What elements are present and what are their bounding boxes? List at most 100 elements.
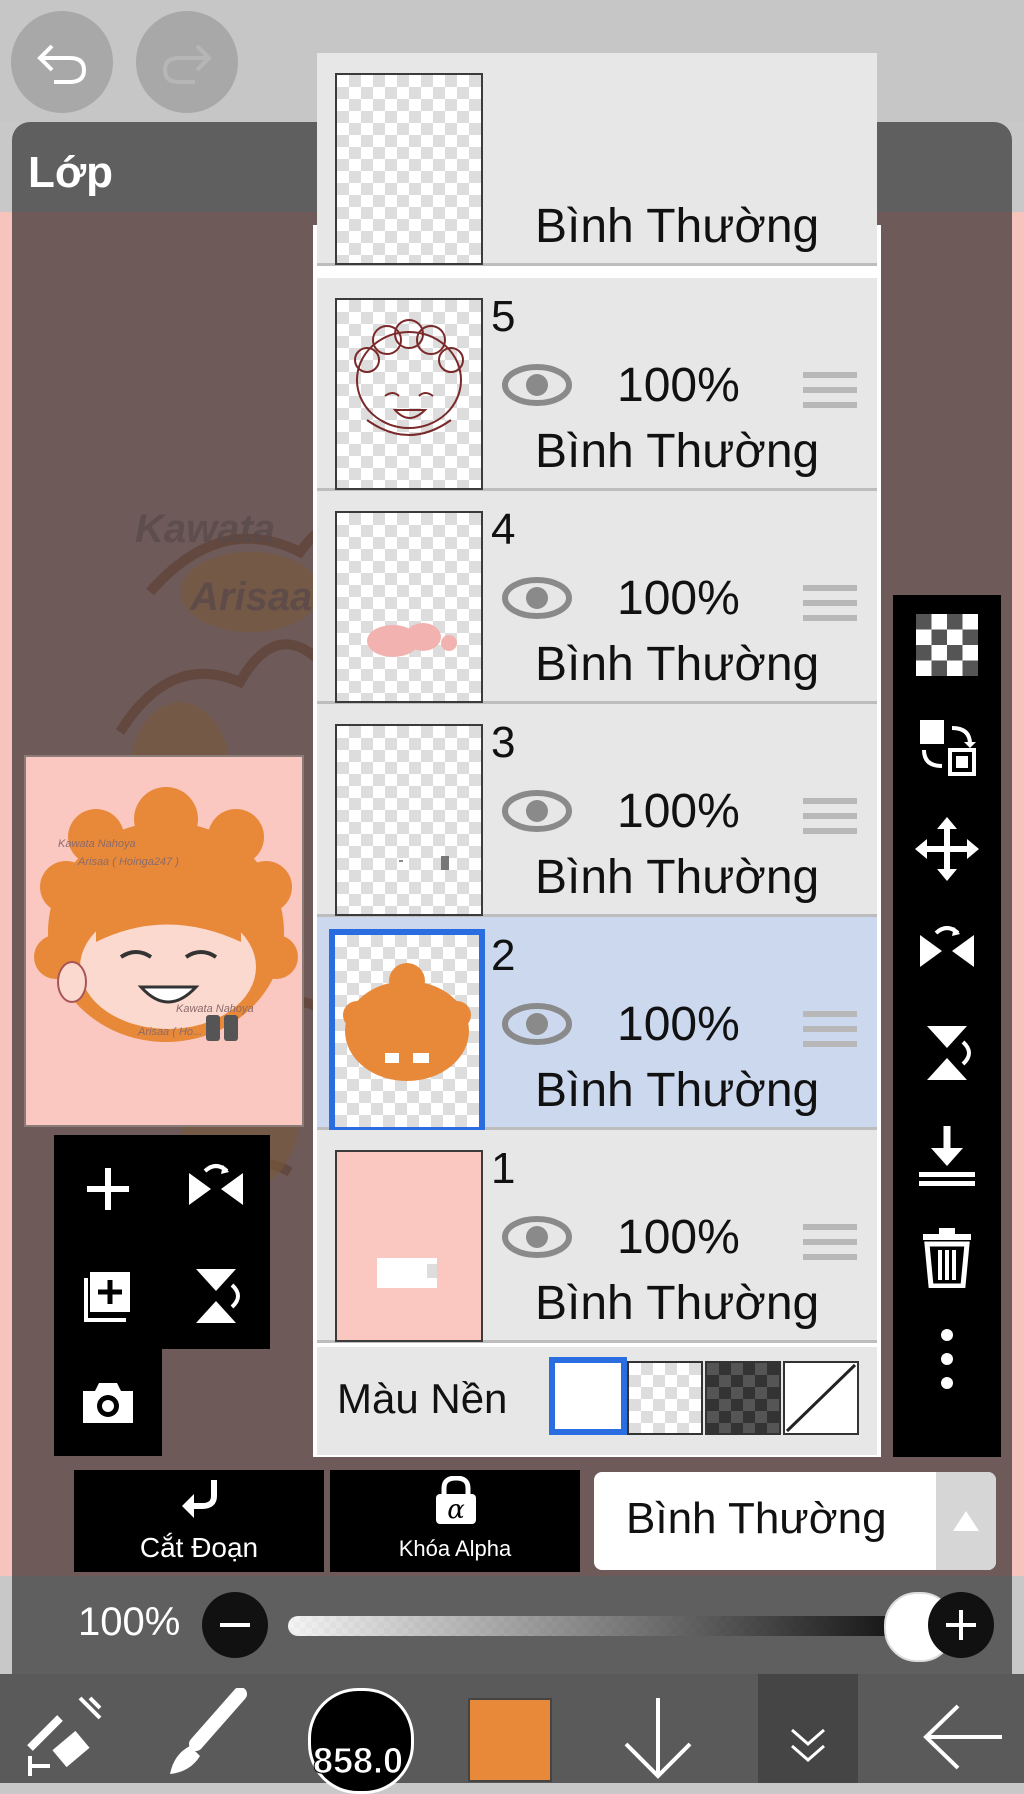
clip-arrow-icon <box>182 1480 217 1518</box>
merge-down-button[interactable] <box>893 1105 1001 1205</box>
plus-icon <box>87 1167 129 1210</box>
canvas-preview[interactable]: Kawata Nahoya Arisaa ( Hoinga247 ) Kawat… <box>24 755 304 1127</box>
double-chevron-down-icon <box>791 1728 825 1762</box>
layer-list: Bình Thường 5 100% Bình Thường 4 100% Bì… <box>313 53 881 1457</box>
layer-opacity: 100% <box>617 572 740 625</box>
background-color-row: Màu Nền <box>317 1347 877 1455</box>
layer-blend-mode: Bình Thường <box>535 638 820 691</box>
merge-down-icon <box>919 1126 975 1186</box>
layer-blend-mode: Bình Thường <box>535 1064 820 1117</box>
svg-text:Arisaa: Arisaa <box>189 575 312 619</box>
bg-white-swatch[interactable] <box>549 1357 627 1435</box>
layer-row-2-selected[interactable]: 2 100% Bình Thường <box>317 917 877 1133</box>
layer-row-1[interactable]: 1 100% Bình Thường <box>317 1130 877 1343</box>
triangle-up-icon <box>953 1511 979 1531</box>
layer-opacity: 100% <box>617 1211 740 1264</box>
layer-row-3[interactable]: 3 100% Bình Thường <box>317 704 877 917</box>
layer-blend-mode: Bình Thường <box>535 1277 820 1330</box>
blend-mode-dropdown-toggle[interactable] <box>936 1472 996 1570</box>
alpha-lock-button[interactable]: α Khóa Alpha <box>330 1470 580 1572</box>
layer-blend-mode: Bình Thường <box>535 851 820 904</box>
layer-thumbnail <box>335 511 483 703</box>
panel-title: Lớp <box>28 148 114 197</box>
camera-import-button[interactable] <box>54 1349 162 1456</box>
clipping-button[interactable]: Cắt Đoạn <box>74 1470 324 1572</box>
visibility-eye-icon[interactable] <box>501 788 573 834</box>
svg-text:Kawata: Kawata <box>135 507 275 551</box>
flip-horizontal-icon <box>189 1163 243 1205</box>
flip-layer-vertical-button[interactable] <box>162 1242 270 1349</box>
bg-none-swatch[interactable] <box>783 1361 859 1435</box>
arrow-down-icon <box>624 1698 692 1779</box>
preview-watermark-1: Kawata Nahoya <box>58 838 136 850</box>
layer-row-5[interactable]: 5 100% Bình Thường <box>317 278 877 491</box>
color-picker-swatch[interactable] <box>468 1698 552 1782</box>
layer-blend-mode: Bình Thường <box>535 200 820 253</box>
visibility-eye-icon[interactable] <box>501 575 573 621</box>
bg-dark-checker-swatch[interactable] <box>705 1361 781 1435</box>
plus-icon <box>946 1610 976 1640</box>
canvas-edge-right <box>1012 212 1024 1576</box>
swap-icon <box>920 720 976 776</box>
layer-thumbnail <box>335 724 483 916</box>
duplicate-layer-button[interactable] <box>54 1242 162 1349</box>
brush-size-value: 858.0 <box>312 1740 404 1782</box>
delete-layer-button[interactable] <box>893 1207 1001 1307</box>
drag-handle-icon[interactable] <box>803 796 857 836</box>
undo-icon <box>37 44 87 84</box>
background-thumbnail <box>377 1258 437 1288</box>
layer-opacity: 100% <box>617 359 740 412</box>
layer-row-4[interactable]: 4 100% Bình Thường <box>317 491 877 704</box>
layer-thumbnail <box>335 73 483 265</box>
transform-tool-button[interactable] <box>20 1688 110 1778</box>
layer-down-button[interactable] <box>618 1692 698 1782</box>
layer-row-partial[interactable]: Bình Thường <box>317 53 877 266</box>
drag-handle-icon[interactable] <box>803 1222 857 1262</box>
left-layer-tools <box>54 1135 270 1457</box>
drag-handle-icon[interactable] <box>803 583 857 623</box>
flip-horizontal-icon <box>920 926 974 967</box>
canvas-edge-left <box>0 212 12 1576</box>
back-button[interactable] <box>918 1692 1008 1782</box>
visibility-eye-icon[interactable] <box>501 1214 573 1260</box>
blend-mode-select[interactable]: Bình Thường <box>594 1472 996 1570</box>
layer-opacity: 100% <box>617 785 740 838</box>
no-background-icon <box>785 1363 857 1433</box>
layer-thumbnail <box>329 929 485 1133</box>
transform-icon <box>27 1696 102 1776</box>
swap-layer-button[interactable] <box>893 697 1001 797</box>
more-vertical-icon <box>941 1329 953 1389</box>
chibi-preview-art: Kawata Nahoya Arisaa ( Hoinga247 ) Kawat… <box>34 787 298 1042</box>
move-layer-button[interactable] <box>893 799 1001 899</box>
hair-thumbnail <box>343 963 471 1081</box>
clipping-label: Cắt Đoạn <box>139 1532 259 1563</box>
redo-button[interactable] <box>136 11 238 113</box>
layer-number: 4 <box>491 505 516 554</box>
more-options-button[interactable] <box>893 1309 1001 1409</box>
flip-horizontal-button[interactable] <box>893 901 1001 1001</box>
drag-handle-icon[interactable] <box>803 370 857 410</box>
preview-watermark-2: Arisaa ( Hoinga247 ) <box>77 856 179 868</box>
visibility-eye-icon[interactable] <box>501 362 573 408</box>
layer-thumbnail <box>335 1150 483 1342</box>
layer-thumbnail <box>335 298 483 490</box>
flip-vertical-icon <box>927 1026 971 1080</box>
brush-tool-button[interactable] <box>160 1687 250 1778</box>
bg-light-checker-swatch[interactable] <box>627 1361 703 1435</box>
opacity-slider-track[interactable] <box>288 1616 900 1636</box>
svg-text:α: α <box>447 1495 465 1525</box>
drag-handle-icon[interactable] <box>803 1009 857 1049</box>
detail-thumbnail <box>399 856 449 870</box>
layer-blend-mode: Bình Thường <box>535 425 820 478</box>
undo-button[interactable] <box>11 11 113 113</box>
lock-icon: α <box>436 1476 476 1525</box>
opacity-increase-button[interactable] <box>928 1592 994 1658</box>
add-layer-button[interactable] <box>54 1135 162 1242</box>
layers-panel-button[interactable] <box>758 1674 858 1783</box>
flip-vertical-button[interactable] <box>893 1003 1001 1103</box>
visibility-eye-icon[interactable] <box>501 1001 573 1047</box>
redo-icon <box>162 44 212 84</box>
flip-layer-horizontal-button[interactable] <box>162 1135 270 1242</box>
transparency-button[interactable] <box>893 595 1001 695</box>
opacity-decrease-button[interactable] <box>202 1592 268 1658</box>
